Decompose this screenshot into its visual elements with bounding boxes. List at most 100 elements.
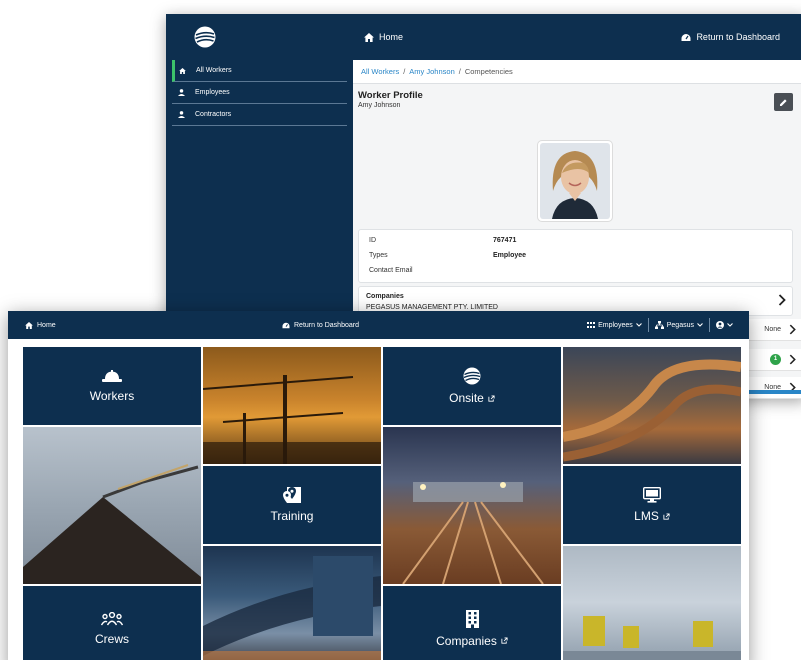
user-icon: [178, 89, 185, 96]
sidebar-item-all-workers[interactable]: All Workers: [172, 60, 347, 82]
dashboard-window: Home Return to Dashboard Employees Pegas…: [8, 311, 749, 660]
monitor-icon: [643, 487, 661, 503]
tile-image-railway: [383, 427, 561, 584]
detail-value: Employee: [493, 252, 527, 259]
tile-label-text: Workers: [89, 388, 135, 403]
tile-label-text: LMS: [634, 509, 659, 523]
cranes-photo: [203, 375, 381, 464]
globe-icon: [463, 367, 481, 385]
sidebar-item-label: Employees: [195, 89, 230, 96]
page-title: Worker Profile: [358, 90, 423, 101]
grid-icon: [587, 321, 596, 328]
chevron-right-icon: [778, 294, 786, 306]
user-icon: [178, 111, 185, 118]
detail-value: 767471: [493, 237, 517, 244]
navbar-right-menus: Employees Pegasus: [581, 311, 739, 339]
hard-hat-icon: [102, 369, 122, 382]
tile-label-text: Companies: [436, 633, 497, 648]
tile-lms[interactable]: LMS: [563, 466, 741, 544]
home-icon: [25, 321, 33, 329]
tile-label-text: Crews: [94, 631, 129, 646]
user-menu[interactable]: [710, 321, 739, 329]
dashboard-tile-grid: Workers Crews Training Onsite Companies …: [23, 347, 741, 660]
building-icon: [465, 609, 479, 628]
org-dropdown[interactable]: Pegasus: [649, 321, 709, 329]
org-menu-label: Pegasus: [666, 321, 694, 329]
dashboard-gauge-icon: [681, 33, 691, 41]
home-label: Home: [379, 32, 404, 42]
map-pin-icon: [283, 487, 301, 503]
companies-value: PEGASUS MANAGEMENT PTY. LIMITED: [366, 304, 498, 311]
tile-image-building: [203, 546, 381, 660]
tile-image-pipes: [563, 347, 741, 464]
logo-globe-icon[interactable]: [194, 26, 216, 48]
profile-details-card: ID 767471 Types Employee Contact Email: [358, 229, 793, 283]
return-to-dashboard-link[interactable]: Return to Dashboard: [681, 14, 780, 60]
sidebar-item-employees[interactable]: Employees: [172, 82, 347, 104]
tile-companies[interactable]: Companies: [383, 586, 561, 660]
tile-label: Training: [271, 509, 314, 523]
external-link-icon: [501, 637, 508, 644]
employees-dropdown[interactable]: Employees: [581, 321, 648, 329]
pipes-photo: [563, 359, 741, 462]
chevron-down-icon: [635, 323, 642, 327]
return-label: Return to Dashboard: [696, 32, 780, 42]
external-link-icon: [663, 512, 670, 520]
warehouse-photo: [563, 616, 741, 660]
tile-label: Workers: [90, 389, 134, 403]
profile-header: Worker Profile Amy Johnson: [353, 84, 801, 116]
org-chart-icon: [654, 321, 664, 329]
home-icon: [179, 67, 186, 74]
chevron-down-icon: [727, 323, 733, 327]
chevron-right-icon: [789, 324, 796, 335]
edit-button[interactable]: [774, 93, 793, 111]
tile-image-warehouse: [563, 546, 741, 660]
sidebar-item-label: All Workers: [196, 67, 232, 74]
chevron-right-icon: [789, 354, 796, 365]
detail-key: Contact Email: [369, 267, 413, 274]
breadcrumb-all-workers[interactable]: All Workers: [361, 67, 399, 76]
tile-onsite[interactable]: Onsite: [383, 347, 561, 425]
tile-workers[interactable]: Workers: [23, 347, 201, 425]
tile-label: Crews: [95, 632, 129, 646]
sidebar-item-contractors[interactable]: Contractors: [172, 104, 347, 126]
sidebar-item-label: Contractors: [195, 111, 232, 118]
worker-name: Amy Johnson: [358, 102, 401, 109]
return-to-dashboard-link[interactable]: Return to Dashboard: [282, 311, 359, 339]
breadcrumb-separator: /: [458, 67, 461, 76]
employees-menu-label: Employees: [598, 321, 633, 329]
tile-label: Companies: [436, 634, 508, 648]
count-badge: 1: [770, 354, 781, 365]
tile-image-mining: [23, 427, 201, 584]
user-circle-icon: [716, 321, 724, 329]
breadcrumb-worker[interactable]: Amy Johnson: [409, 67, 454, 76]
chevron-down-icon: [697, 323, 703, 327]
detail-key: ID: [369, 237, 376, 244]
return-label: Return to Dashboard: [294, 321, 359, 329]
stockpile-photo: [23, 464, 201, 584]
tile-crews[interactable]: Crews: [23, 586, 201, 660]
top-navbar: Home Return to Dashboard: [166, 14, 801, 60]
tile-label-text: Training: [270, 509, 314, 523]
breadcrumb-current: Competencies: [464, 67, 513, 76]
extra-row-value: None: [764, 326, 781, 333]
tile-label-text: Onsite: [449, 391, 484, 405]
detail-row-id: ID 767471: [369, 237, 516, 244]
detail-key: Types: [369, 252, 388, 259]
tile-label: Onsite: [449, 391, 495, 405]
avatar: [537, 140, 613, 222]
external-link-icon: [488, 394, 495, 402]
railway-photo: [402, 482, 544, 584]
home-link[interactable]: Home: [364, 14, 403, 60]
pencil-icon: [780, 98, 787, 106]
group-icon: [101, 611, 123, 625]
home-label: Home: [37, 321, 56, 329]
building-photo: [203, 556, 381, 660]
tile-image-cranes: [203, 347, 381, 464]
home-icon: [364, 32, 374, 42]
tile-label: LMS: [634, 509, 670, 523]
companies-label: Companies: [366, 293, 404, 300]
tile-training[interactable]: Training: [203, 466, 381, 544]
home-link[interactable]: Home: [25, 311, 56, 339]
detail-row-types: Types Employee: [369, 252, 526, 259]
